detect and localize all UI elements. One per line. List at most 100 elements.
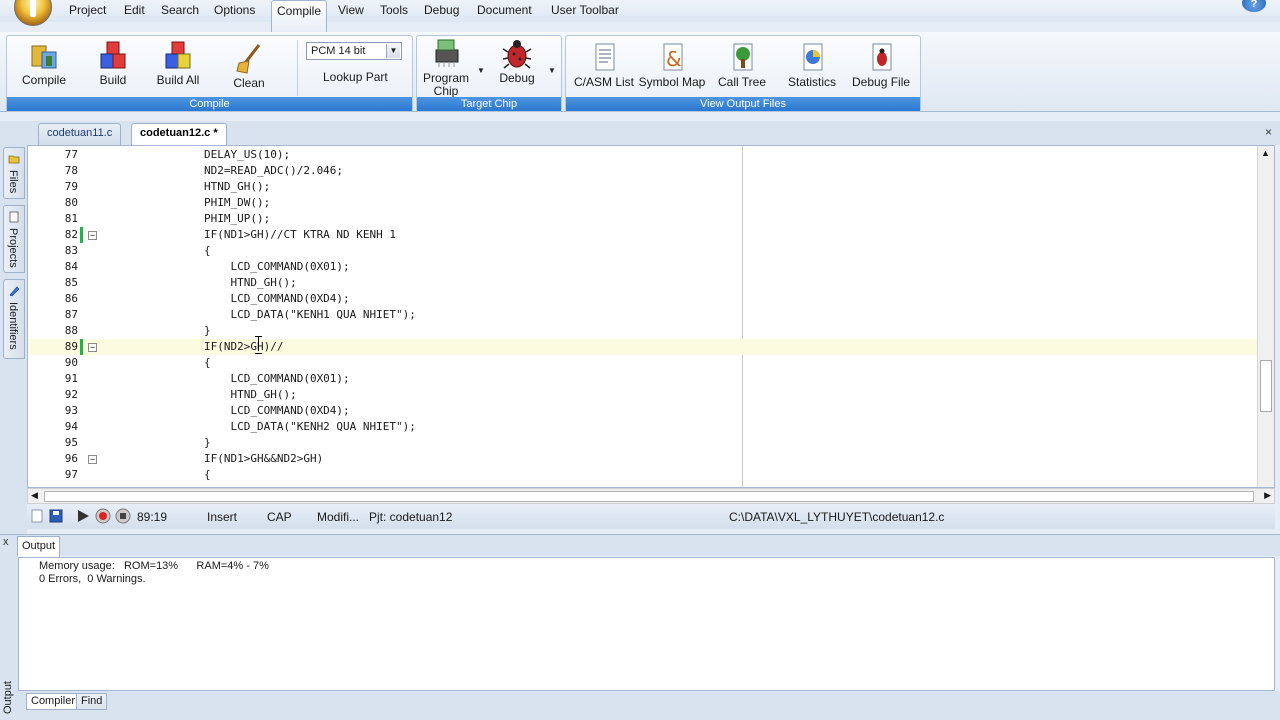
fold-toggle-icon[interactable]: − bbox=[88, 231, 97, 240]
menu-edit[interactable]: Edit bbox=[124, 3, 145, 17]
code-editor[interactable]: 77 DELAY_US(10); 78 ND2=READ_ADC()/2.046;… bbox=[27, 145, 1275, 488]
output-text-area[interactable]: Memory usage: ROM=13% RAM=4% - 7% 0 Erro… bbox=[18, 557, 1275, 691]
debug-dropdown-icon[interactable]: ▼ bbox=[548, 66, 556, 75]
code-line[interactable]: 89 − IF(ND2>GH)// bbox=[28, 339, 1258, 355]
code-line[interactable]: 82 − IF(ND1>GH)//CT KTRA ND KENH 1 bbox=[28, 227, 1258, 243]
call-tree-button[interactable]: Call Tree bbox=[718, 42, 766, 89]
menu-options[interactable]: Options bbox=[214, 3, 255, 17]
c-asm-list-button[interactable]: C/ASM List bbox=[572, 42, 636, 89]
code-text[interactable]: IF(ND2>GH)// bbox=[151, 339, 283, 355]
side-tab-identifiers[interactable]: Identifiers bbox=[3, 279, 25, 359]
fold-toggle-icon[interactable]: − bbox=[88, 343, 97, 352]
scroll-up-icon[interactable]: ▲ bbox=[1261, 148, 1270, 158]
horizontal-scrollbar[interactable]: ◀ ▶ bbox=[27, 488, 1275, 504]
code-text[interactable]: } bbox=[151, 323, 211, 339]
fold-toggle-icon[interactable]: − bbox=[88, 455, 97, 464]
menu-compile[interactable]: Compile bbox=[271, 0, 328, 32]
lookup-part-button[interactable]: Lookup Part bbox=[323, 70, 388, 84]
menu-tools[interactable]: Tools bbox=[380, 3, 408, 17]
compile-button[interactable]: Compile bbox=[21, 40, 67, 87]
symbol-map-button[interactable]: & Symbol Map bbox=[638, 42, 706, 89]
code-line[interactable]: 83 { bbox=[28, 243, 1258, 259]
play-icon[interactable] bbox=[75, 508, 91, 524]
code-text[interactable]: HTND_GH(); bbox=[151, 387, 296, 403]
side-tab-files[interactable]: Files bbox=[3, 147, 25, 199]
record-icon[interactable] bbox=[95, 508, 111, 524]
code-text[interactable]: LCD_COMMAND(0XD4); bbox=[151, 291, 349, 307]
build-button[interactable]: Build bbox=[93, 40, 133, 87]
broom-icon bbox=[233, 43, 265, 75]
vertical-scroll-thumb[interactable] bbox=[1260, 360, 1272, 412]
scroll-right-icon[interactable]: ▶ bbox=[1264, 490, 1271, 501]
code-line[interactable]: 93 LCD_COMMAND(0XD4); bbox=[28, 403, 1258, 419]
close-output-icon[interactable]: x bbox=[3, 536, 9, 548]
code-line[interactable]: 85 HTND_GH(); bbox=[28, 275, 1258, 291]
menu-project[interactable]: Project bbox=[69, 3, 106, 17]
code-text[interactable]: DELAY_US(10); bbox=[151, 147, 290, 163]
code-line[interactable]: 80 PHIM_DW(); bbox=[28, 195, 1258, 211]
code-text[interactable]: LCD_COMMAND(0X01); bbox=[151, 371, 349, 387]
debug-button[interactable]: Debug bbox=[497, 38, 537, 85]
code-text[interactable]: ND2=READ_ADC()/2.046; bbox=[151, 163, 343, 179]
save-icon[interactable] bbox=[48, 508, 64, 524]
vertical-scrollbar[interactable]: ▲ bbox=[1257, 146, 1274, 487]
help-icon[interactable]: ? bbox=[1242, 0, 1266, 12]
code-text[interactable]: PHIM_DW(); bbox=[151, 195, 270, 211]
menu-document[interactable]: Document bbox=[477, 3, 532, 17]
side-tab-projects[interactable]: Projects bbox=[3, 205, 25, 273]
code-line[interactable]: 91 LCD_COMMAND(0X01); bbox=[28, 371, 1258, 387]
code-text[interactable]: LCD_DATA("KENH1 QUA NHIET"); bbox=[151, 307, 415, 323]
code-line[interactable]: 97 { bbox=[28, 467, 1258, 483]
code-text[interactable]: HTND_GH(); bbox=[151, 179, 270, 195]
code-text[interactable]: LCD_DATA("KENH2 QUA NHIET"); bbox=[151, 419, 415, 435]
program-chip-button[interactable]: Program Chip bbox=[421, 38, 471, 98]
code-text[interactable]: IF(ND1>GH&&ND2>GH) bbox=[151, 451, 323, 467]
code-line[interactable]: 94 LCD_DATA("KENH2 QUA NHIET"); bbox=[28, 419, 1258, 435]
code-text[interactable]: IF(ND1>GH)//CT KTRA ND KENH 1 bbox=[151, 227, 396, 243]
code-line[interactable]: 81 PHIM_UP(); bbox=[28, 211, 1258, 227]
horizontal-scroll-thumb[interactable] bbox=[44, 491, 1254, 502]
device-select[interactable]: PCM 14 bit ▼ bbox=[306, 42, 402, 60]
code-text[interactable]: { bbox=[151, 355, 211, 371]
menu-user-toolbar[interactable]: User Toolbar bbox=[551, 3, 619, 17]
debug-file-button[interactable]: Debug File bbox=[852, 42, 910, 89]
line-number: 93 bbox=[64, 404, 78, 417]
code-text[interactable]: } bbox=[151, 435, 211, 451]
code-line[interactable]: 87 LCD_DATA("KENH1 QUA NHIET"); bbox=[28, 307, 1258, 323]
code-text[interactable]: LCD_COMMAND(0X01); bbox=[151, 259, 349, 275]
scroll-left-icon[interactable]: ◀ bbox=[31, 490, 38, 501]
clean-button[interactable]: Clean bbox=[229, 43, 269, 90]
code-line[interactable]: 96 − IF(ND1>GH&&ND2>GH) bbox=[28, 451, 1258, 467]
menu-search[interactable]: Search bbox=[161, 3, 199, 17]
code-text[interactable]: { bbox=[151, 467, 211, 483]
close-icon[interactable]: × bbox=[1265, 125, 1272, 139]
code-text[interactable]: PHIM_UP(); bbox=[151, 211, 270, 227]
tab-codetuan12[interactable]: codetuan12.c * bbox=[131, 123, 227, 145]
code-line[interactable]: 78 ND2=READ_ADC()/2.046; bbox=[28, 163, 1258, 179]
program-chip-dropdown-icon[interactable]: ▼ bbox=[477, 66, 485, 75]
code-line[interactable]: 86 LCD_COMMAND(0XD4); bbox=[28, 291, 1258, 307]
tab-compiler[interactable]: Compiler bbox=[26, 693, 81, 710]
code-line[interactable]: 84 LCD_COMMAND(0X01); bbox=[28, 259, 1258, 275]
tab-codetuan11[interactable]: codetuan11.c bbox=[38, 123, 122, 145]
tab-find[interactable]: Find bbox=[76, 693, 108, 710]
stop-icon[interactable] bbox=[115, 508, 131, 524]
file-tab-row: codetuan11.c codetuan12.c * × bbox=[0, 121, 1280, 145]
code-line[interactable]: 95 } bbox=[28, 435, 1258, 451]
build-all-button[interactable]: Build All bbox=[155, 40, 201, 87]
new-file-icon[interactable] bbox=[29, 508, 45, 524]
code-line[interactable]: 88 } bbox=[28, 323, 1258, 339]
code-line[interactable]: 79 HTND_GH(); bbox=[28, 179, 1258, 195]
code-text[interactable]: LCD_COMMAND(0XD4); bbox=[151, 403, 349, 419]
output-side-label[interactable]: Output bbox=[2, 681, 14, 714]
code-line[interactable]: 92 HTND_GH(); bbox=[28, 387, 1258, 403]
code-text[interactable]: { bbox=[151, 243, 211, 259]
code-line[interactable]: 90 { bbox=[28, 355, 1258, 371]
app-menu-button[interactable] bbox=[14, 0, 52, 26]
tab-output[interactable]: Output bbox=[17, 536, 61, 557]
code-line[interactable]: 77 DELAY_US(10); bbox=[28, 147, 1258, 163]
statistics-button[interactable]: Statistics bbox=[786, 42, 838, 89]
menu-view[interactable]: View bbox=[338, 3, 364, 17]
code-text[interactable]: HTND_GH(); bbox=[151, 275, 296, 291]
menu-debug[interactable]: Debug bbox=[424, 3, 459, 17]
